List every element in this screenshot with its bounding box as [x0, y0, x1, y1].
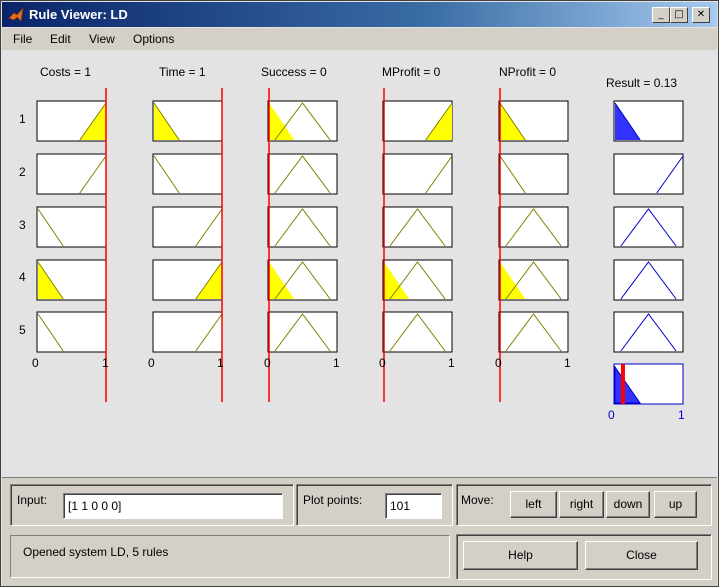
- input-label: Input:: [17, 493, 48, 507]
- close-button[interactable]: Close: [585, 541, 698, 570]
- move-up-button[interactable]: up: [654, 491, 697, 518]
- mprofit-tick-max: 1: [448, 356, 455, 370]
- move-frame: Move: left right down up: [456, 484, 712, 526]
- mf-box-result-rule2: [613, 153, 684, 195]
- nprofit-tick-max: 1: [564, 356, 571, 370]
- input-frame: Input:: [10, 484, 294, 526]
- mprofit-tick-min: 0: [379, 356, 386, 370]
- success-tick-max: 1: [333, 356, 340, 370]
- mf-box-mprofit-rule2: [382, 153, 453, 195]
- success-tick-min: 0: [264, 356, 271, 370]
- result-tick-min: 0: [608, 408, 615, 422]
- plot-points-label: Plot points:: [303, 493, 363, 507]
- matlab-icon: [8, 7, 24, 22]
- time-tick-min: 0: [148, 356, 155, 370]
- help-button[interactable]: Help: [463, 541, 578, 570]
- costs-tick-min: 0: [32, 356, 39, 370]
- rule-plot-area: Costs = 1 Time = 1 Success = 0 MProfit =…: [2, 50, 717, 477]
- menu-bar: File Edit View Options: [2, 28, 717, 50]
- result-tick-max: 1: [678, 408, 685, 422]
- close-window-button[interactable]: ✕: [692, 7, 710, 23]
- status-text: Opened system LD, 5 rules: [23, 545, 169, 559]
- minimize-button[interactable]: _: [652, 7, 670, 23]
- plot-points-field[interactable]: [385, 493, 442, 519]
- menu-options[interactable]: Options: [133, 32, 174, 46]
- mf-box-time-rule2: [152, 153, 223, 195]
- move-left-button[interactable]: left: [510, 491, 557, 518]
- nprofit-tick-min: 0: [495, 356, 502, 370]
- rule-viewer-window: Rule Viewer: LD _ □ ✕ File Edit View Opt…: [0, 0, 719, 587]
- mf-box-costs-rule5: [36, 311, 107, 353]
- control-panel: Input: Plot points: Move: left right dow…: [2, 477, 717, 586]
- move-right-button[interactable]: right: [559, 491, 604, 518]
- mf-box-time-rule3: [152, 206, 223, 248]
- menu-view[interactable]: View: [89, 32, 115, 46]
- time-tick-max: 1: [217, 356, 224, 370]
- help-close-frame: Help Close: [456, 534, 712, 580]
- mf-box-costs-rule2: [36, 153, 107, 195]
- mf-box-nprofit-rule2: [498, 153, 569, 195]
- input-vector-field[interactable]: [63, 493, 283, 519]
- menu-file[interactable]: File: [13, 32, 32, 46]
- window-title: Rule Viewer: LD: [29, 7, 128, 22]
- costs-tick-max: 1: [102, 356, 109, 370]
- title-bar[interactable]: Rule Viewer: LD _ □ ✕: [2, 2, 717, 27]
- maximize-button[interactable]: □: [670, 7, 688, 23]
- mf-box-time-rule5: [152, 311, 223, 353]
- move-down-button[interactable]: down: [606, 491, 650, 518]
- move-label: Move:: [461, 493, 494, 507]
- status-bar: Opened system LD, 5 rules: [10, 535, 450, 578]
- menu-edit[interactable]: Edit: [50, 32, 71, 46]
- plot-points-frame: Plot points:: [296, 484, 453, 526]
- mf-box-costs-rule3: [36, 206, 107, 248]
